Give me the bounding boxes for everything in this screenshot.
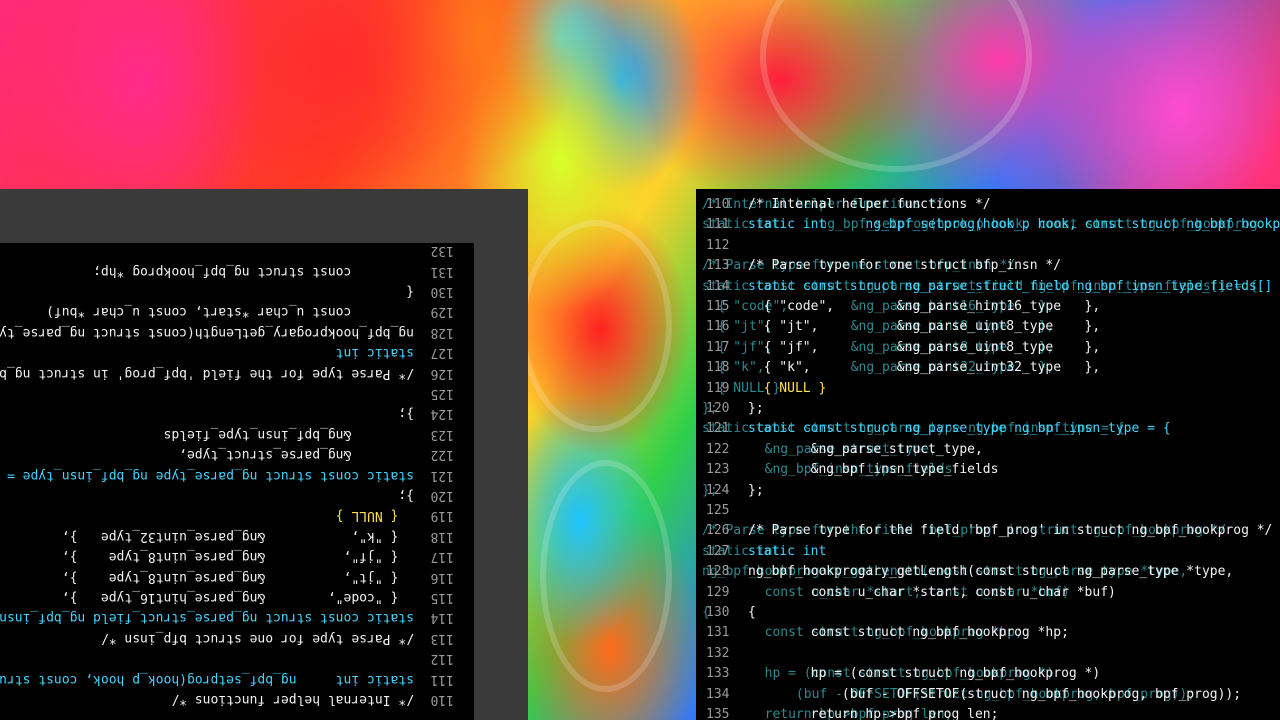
code-line: { "jf", &ng_parse_uint8_type },: [61, 549, 414, 565]
code-line: static int: [335, 345, 414, 361]
line-number: 121: [430, 467, 454, 483]
right-editor-window[interactable]: 110 /* Internal helper functions */ 111 sta…: [696, 189, 1280, 720]
line-number: 112: [430, 651, 454, 667]
line-number: 112: [706, 237, 730, 253]
code-line: const u_char *start, const u_char *buf): [748, 584, 1116, 600]
line-number: 134: [706, 686, 730, 702]
code-line: return hp->bpf_prog_len;: [748, 707, 999, 720]
line-number: 114: [706, 278, 730, 294]
line-number: 114: [430, 610, 454, 626]
code-line: const struct ng_bpf_hookprog *hp;: [748, 625, 1069, 641]
code-line: static const struct ng_parse_struct_fiel…: [748, 278, 1280, 294]
line-number: 116: [430, 569, 454, 585]
code-line: /* Internal helper functions */: [171, 692, 414, 707]
code-line: { "jt", &ng_parse_uint8_type },: [748, 319, 1101, 335]
code-line: static const struct ng_parse_type ng_bpf…: [0, 467, 414, 483]
line-number: 110: [706, 197, 730, 212]
line-number: 126: [706, 523, 730, 539]
code-line: static int: [748, 543, 827, 559]
line-number: 122: [430, 447, 454, 463]
code-line: /* Parse type for one struct bfp_insn */: [100, 630, 414, 646]
code-line: &ng_parse_struct_type,: [748, 441, 983, 457]
line-number: 133: [706, 666, 730, 682]
line-number: 127: [430, 345, 454, 361]
code-line: { "k", &ng_parse_uint32_type },: [61, 528, 414, 544]
code-line: /* Parse type for one struct bfp_insn */: [748, 258, 1062, 274]
line-number: 131: [430, 263, 454, 279]
left-code-area[interactable]: 110 /* Internal helper functions */ 111 sta…: [0, 243, 474, 720]
line-number: 123: [706, 462, 730, 478]
line-number: 120: [430, 488, 454, 503]
code-line: { NULL }: [748, 380, 827, 396]
line-number: 130: [430, 284, 454, 299]
wallpaper-swirl-1: [520, 220, 672, 432]
code-line: &ng_parse_struct_type,: [179, 447, 414, 463]
code-line: { "jt", &ng_parse_uint8_type },: [61, 569, 414, 585]
code-line: /* Parse type for the field 'bpf_prog' i…: [0, 365, 414, 381]
line-number: 110: [430, 692, 454, 707]
line-number: 120: [706, 401, 730, 416]
line-number: 117: [430, 549, 454, 565]
line-number: 124: [706, 482, 730, 498]
line-number: 113: [706, 258, 730, 274]
wallpaper-swirl-2: [540, 460, 672, 692]
code-line: {: [406, 284, 414, 299]
line-number: 119: [706, 380, 730, 396]
code-line: &ng_bpf_insn_type_fields: [163, 426, 414, 442]
line-number: 129: [430, 304, 454, 320]
code-line: { "code", &ng_parse_hint16_type },: [748, 299, 1101, 314]
code-line: ng_bpf_hookprogary_getLength(const struc…: [748, 564, 1234, 580]
line-number: 121: [706, 421, 730, 437]
line-number: 127: [706, 543, 730, 559]
line-number: 118: [706, 360, 730, 376]
line-number: 125: [706, 503, 730, 518]
code-line: hp = (const struct ng_bpf_hookprog *): [748, 666, 1101, 682]
code-line: const struct ng_bpf_hookprog *hp;: [93, 263, 414, 279]
line-number: 132: [706, 645, 730, 661]
code-line: };: [748, 401, 764, 416]
line-number: 118: [430, 528, 454, 544]
line-number: 116: [706, 319, 730, 335]
line-number: 130: [706, 605, 730, 620]
code-line: (buf - OFFSETOF(struct ng_bpf_hookprog, …: [748, 686, 1242, 702]
code-line: ng_bpf_hookprogary_getLength(const struc…: [0, 324, 414, 340]
line-number: 132: [430, 243, 454, 259]
line-number: 119: [430, 508, 454, 524]
code-line: /* Internal helper functions */: [748, 197, 991, 212]
code-line: };: [398, 488, 414, 503]
code-line: &ng_bpf_insn_type_fields: [748, 462, 999, 478]
line-number: 123: [430, 426, 454, 442]
line-number: 128: [706, 564, 730, 580]
line-number: 126: [430, 365, 454, 381]
line-number: 117: [706, 339, 730, 355]
line-number: 125: [430, 386, 454, 401]
code-line: /* Parse type for the field 'bpf_prog' i…: [748, 523, 1273, 539]
code-line: { "code", &ng_parse_hint16_type },: [61, 590, 414, 605]
code-line: const u_char *start, const u_char *buf): [46, 304, 414, 320]
line-number: 111: [430, 671, 454, 687]
line-number: 113: [430, 630, 454, 646]
code-line: static const struct ng_parse_struct_fiel…: [0, 610, 414, 626]
line-number: 115: [706, 299, 730, 314]
line-number: 111: [706, 217, 730, 233]
line-number: 115: [430, 590, 454, 605]
code-line: {: [748, 605, 756, 620]
code-line: { "k", &ng_parse_uint32_type },: [748, 360, 1101, 376]
left-editor-window[interactable]: 110 /* Internal helper functions */ 111 sta…: [0, 189, 528, 720]
line-number: 122: [706, 441, 730, 457]
code-line: { NULL }: [335, 508, 414, 524]
code-line: static int ng_bpf_setprog(hook_p hook, c…: [0, 671, 414, 687]
code-line: };: [398, 406, 414, 422]
code-line: };: [748, 482, 764, 498]
line-number: 129: [706, 584, 730, 600]
code-line: { "jf", &ng_parse_uint8_type },: [748, 339, 1101, 355]
line-number: 135: [706, 707, 730, 720]
code-line: static int ng_bpf_setprog(hook_p hook, c…: [748, 217, 1280, 233]
line-number: 131: [706, 625, 730, 641]
line-number: 128: [430, 324, 454, 340]
code-line: static const struct ng_parse_type ng_bpf…: [748, 421, 1171, 437]
line-number: 124: [430, 406, 454, 422]
